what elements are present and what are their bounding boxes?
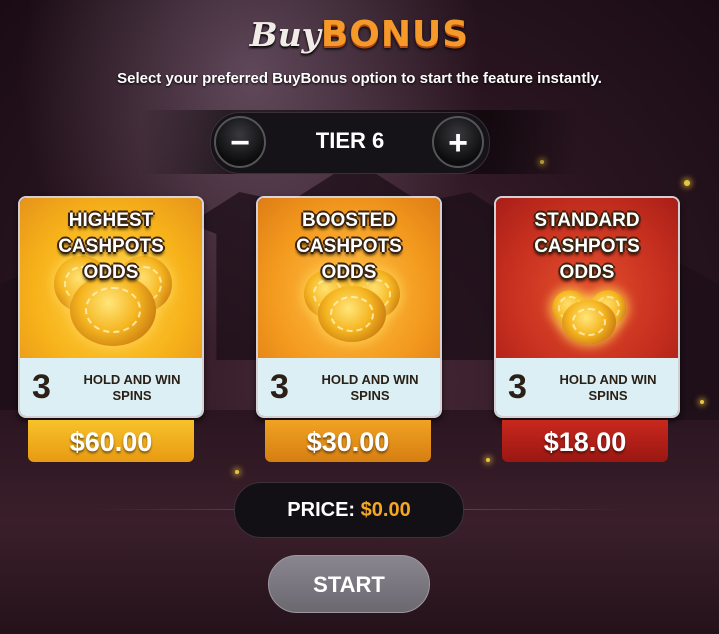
instructions-text: Select your preferred BuyBonus option to… (117, 70, 602, 87)
firefly-sparkle (486, 458, 490, 462)
firefly-sparkle (235, 470, 239, 474)
card-title: STANDARD CASHPOTS ODDS (534, 210, 640, 283)
spins-count: 3 (508, 368, 527, 406)
mooncake-coin-icon (562, 300, 616, 344)
title-buy: Buy (249, 15, 321, 54)
start-button[interactable]: START (268, 555, 430, 613)
price-display: PRICE: $0.00 (234, 482, 464, 538)
spins-label: HOLD AND WIN SPINS (83, 372, 181, 403)
option-price-highest[interactable]: $60.00 (28, 420, 194, 462)
card-artwork: STANDARD CASHPOTS ODDS (496, 198, 678, 358)
spins-info: 3 HOLD AND WIN SPINS (258, 358, 440, 416)
buy-bonus-title: BuyBONUS (0, 14, 719, 55)
bonus-option-card-boosted[interactable]: BOOSTED CASHPOTS ODDS 3 HOLD AND WIN SPI… (256, 196, 442, 418)
option-price-standard[interactable]: $18.00 (502, 420, 668, 462)
bonus-option-card-standard[interactable]: STANDARD CASHPOTS ODDS 3 HOLD AND WIN SP… (494, 196, 680, 418)
tier-increase-button[interactable]: + (432, 116, 484, 168)
card-artwork: BOOSTED CASHPOTS ODDS (258, 198, 440, 358)
mooncake-coin-icon (318, 286, 386, 342)
spins-label: HOLD AND WIN SPINS (559, 372, 657, 403)
spins-count: 3 (270, 368, 289, 406)
firefly-sparkle (684, 180, 690, 186)
bonus-option-card-highest[interactable]: HIGHEST CASHPOTS ODDS 3 HOLD AND WIN SPI… (18, 196, 204, 418)
tier-label: TIER 6 (315, 128, 385, 153)
price-label: PRICE: (287, 499, 356, 521)
card-title: BOOSTED CASHPOTS ODDS (296, 210, 402, 283)
price-value: $0.00 (360, 499, 411, 521)
spins-label: HOLD AND WIN SPINS (321, 372, 419, 403)
spins-count: 3 (32, 368, 51, 406)
spins-info: 3 HOLD AND WIN SPINS (496, 358, 678, 416)
option-price-boosted[interactable]: $30.00 (265, 420, 431, 462)
spins-info: 3 HOLD AND WIN SPINS (20, 358, 202, 416)
firefly-sparkle (700, 400, 704, 404)
card-title: HIGHEST CASHPOTS ODDS (58, 210, 164, 283)
tier-decrease-button[interactable]: − (214, 116, 266, 168)
card-artwork: HIGHEST CASHPOTS ODDS (20, 198, 202, 358)
title-bonus: BONUS (320, 14, 470, 55)
